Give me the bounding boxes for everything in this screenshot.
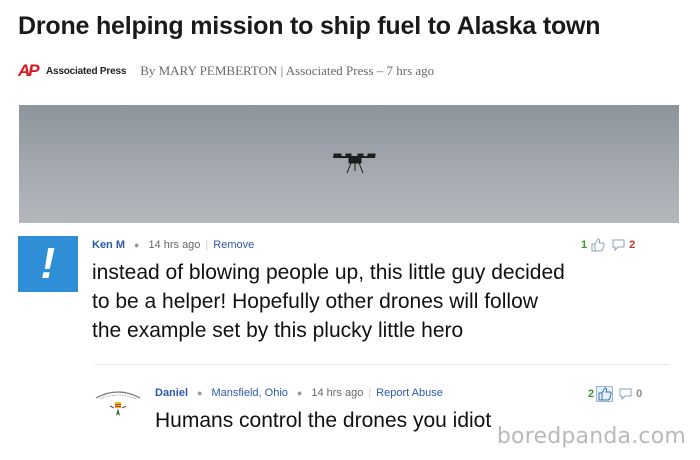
comment-time: 14 hrs ago (148, 239, 201, 251)
comment-author[interactable]: Ken M (92, 239, 125, 251)
reply-meta: Daniel ● Mansfield, Ohio ● 14 hrs ago | … (155, 387, 443, 399)
article-byline: By MARY PEMBERTON | Associated Press – 7… (140, 63, 435, 78)
reply-body: Humans control the drones you idiot (155, 409, 492, 432)
reply-location: Mansfield, Ohio (211, 387, 288, 399)
commenter-avatar[interactable]: ! (18, 236, 78, 292)
thumbs-up-icon[interactable] (590, 238, 605, 252)
ap-logo-mark: AP (18, 61, 40, 80)
comment-meta: Ken M ● 14 hrs ago | Remove (92, 239, 254, 251)
vietnam-veteran-badge-icon[interactable] (92, 382, 144, 430)
boredpanda-watermark: boredpanda.com (496, 424, 686, 449)
reply-votes: 2 0 (588, 386, 643, 402)
reply-time: 14 hrs ago (311, 387, 364, 399)
thumbs-up-count: 1 (581, 239, 588, 251)
thumbs-up-icon[interactable] (596, 386, 614, 402)
thumbs-down-count: 0 (636, 388, 643, 400)
comment-line: instead of blowing people up, this littl… (92, 261, 565, 284)
meta-separator: | (368, 387, 372, 399)
ap-logo: AP Associated Press (18, 62, 126, 80)
meta-dot: ● (296, 388, 303, 398)
comment-votes: 1 2 (581, 238, 635, 252)
meta-dot: ● (134, 240, 140, 250)
meta-dot: ● (197, 388, 203, 398)
reply-author[interactable]: Daniel (155, 387, 188, 399)
report-abuse-link[interactable]: Report Abuse (376, 387, 443, 399)
drone-photo-graphic (333, 153, 376, 174)
article-headline[interactable]: Drone helping mission to ship fuel to Al… (18, 12, 686, 41)
comment-bubble-icon[interactable] (611, 238, 626, 252)
thumbs-down-count: 2 (629, 239, 636, 251)
meta-separator: | (205, 239, 209, 251)
comment-line: to be a helper! Hopefully other drones w… (92, 290, 538, 313)
comment-bubble-icon[interactable] (618, 387, 633, 401)
article-byline-row: AP Associated Press By MARY PEMBERTON | … (18, 60, 434, 82)
ap-logo-text: Associated Press (46, 65, 127, 77)
article-photo-drone[interactable] (19, 105, 679, 223)
comment-body: instead of blowing people up, this littl… (92, 258, 565, 345)
yahoo-y-icon: ! (40, 239, 56, 288)
thumbs-up-count: 2 (588, 388, 595, 400)
remove-link[interactable]: Remove (213, 239, 254, 251)
reply-divider (95, 364, 669, 365)
comment-line: the example set by this plucky little he… (92, 319, 464, 342)
